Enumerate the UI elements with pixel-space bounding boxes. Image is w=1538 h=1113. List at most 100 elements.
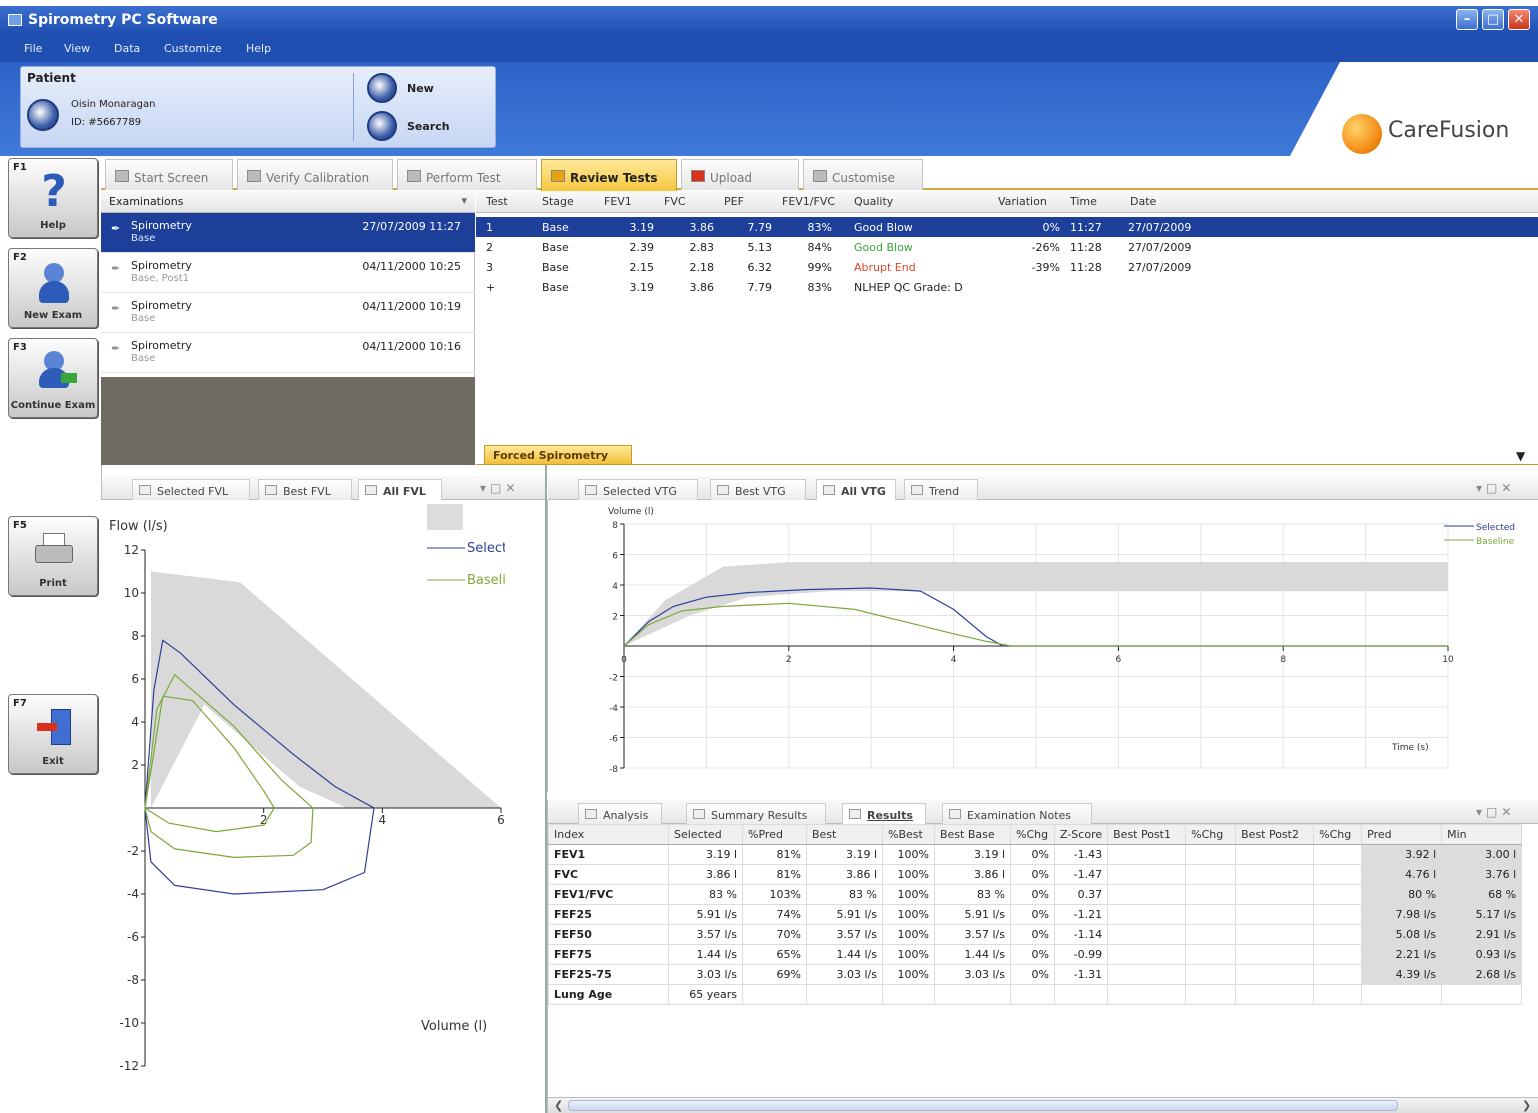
maximize-icon[interactable]: □ xyxy=(1482,9,1504,30)
column-header[interactable]: Index xyxy=(548,824,669,845)
test-row[interactable]: + Base 3.19 3.86 7.79 83% NLHEP QC Grade: D xyxy=(476,277,1538,297)
tab-all-vtg[interactable]: All VTG xyxy=(816,479,896,500)
help-button[interactable]: F1 ? Help xyxy=(8,158,98,238)
column-header[interactable]: FEV1 xyxy=(604,191,632,213)
tab-results[interactable]: Results xyxy=(842,803,926,824)
result-cell: 3.92 l xyxy=(1361,844,1443,865)
result-cell: 0% xyxy=(1010,864,1055,885)
tab-forced-spirometry[interactable]: Forced Spirometry xyxy=(484,445,632,465)
exam-item[interactable]: ✒ Spirometry Base, Post1 04/11/2000 10:2… xyxy=(101,253,475,293)
y-tick-label: 12 xyxy=(124,543,139,557)
panel-controls[interactable]: ▾□✕ xyxy=(480,481,519,495)
tab-selected-vtg[interactable]: Selected VTG xyxy=(578,479,698,500)
results-row[interactable]: FEV1/FVC 83 % 103% 83 % 100% 83 % 0% 0.37 80 % 68… xyxy=(548,884,1523,905)
column-header[interactable]: Z-Score xyxy=(1053,824,1109,845)
tab-best-vtg[interactable]: Best VTG xyxy=(710,479,806,500)
results-row[interactable]: Lung Age 65 years xyxy=(548,984,1523,1005)
examinations-header[interactable]: Examinations ▾ xyxy=(101,191,475,213)
menu-file[interactable]: File xyxy=(24,42,42,55)
continue-exam-button[interactable]: F3 Continue Exam xyxy=(8,338,98,418)
scroll-right-icon[interactable]: ❯ xyxy=(1522,1099,1531,1112)
panel-controls[interactable]: ▾□✕ xyxy=(1476,481,1515,495)
fkey-label: F7 xyxy=(13,698,27,709)
panel-controls[interactable]: ▾□✕ xyxy=(1476,805,1515,819)
column-header[interactable]: Pred xyxy=(1361,824,1443,845)
exit-button[interactable]: F7 Exit xyxy=(8,694,98,774)
tab-upload[interactable]: Upload xyxy=(681,159,799,190)
column-header[interactable]: Min xyxy=(1441,824,1523,845)
close-icon[interactable]: ✕ xyxy=(1508,9,1530,30)
column-header[interactable]: %Best xyxy=(882,824,935,845)
column-header[interactable]: Best Post1 xyxy=(1107,824,1187,845)
results-row[interactable]: FEF50 3.57 l/s 70% 3.57 l/s 100% 3.57 l/s 0% -1… xyxy=(548,924,1523,945)
scrollbar-thumb[interactable] xyxy=(568,1100,1398,1111)
exam-item[interactable]: ✒ Spirometry Base 04/11/2000 10:16 xyxy=(101,333,475,373)
tab-label: All VTG xyxy=(841,485,886,498)
result-cell: 3.19 l xyxy=(934,844,1011,865)
column-header[interactable]: %Chg xyxy=(1313,824,1363,845)
tab-trend[interactable]: Trend xyxy=(904,479,978,500)
results-row[interactable]: FEF75 1.44 l/s 65% 1.44 l/s 100% 1.44 l/s 0% -0… xyxy=(548,944,1523,965)
search-patient-button[interactable]: Search xyxy=(367,111,477,143)
tab-all-fvl[interactable]: All FVL xyxy=(358,479,442,500)
menu-help[interactable]: Help xyxy=(246,42,271,55)
result-cell: 5.91 l/s xyxy=(806,904,883,925)
column-header[interactable]: PEF xyxy=(724,191,744,213)
column-header[interactable]: %Pred xyxy=(742,824,807,845)
result-cell: 4.76 l xyxy=(1361,864,1443,885)
column-header[interactable]: Best Base xyxy=(934,824,1011,845)
column-header[interactable]: Best xyxy=(806,824,883,845)
column-header[interactable]: %Chg xyxy=(1185,824,1237,845)
result-cell: 68 % xyxy=(1441,884,1523,905)
results-row[interactable]: FEF25-75 3.03 l/s 69% 3.03 l/s 100% 3.03 l/s 0… xyxy=(548,964,1523,985)
menu-view[interactable]: View xyxy=(64,42,90,55)
horizontal-scrollbar[interactable]: ❮ ❯ xyxy=(548,1097,1538,1113)
calibration-icon xyxy=(247,170,261,182)
tab-analysis[interactable]: Analysis xyxy=(578,803,662,824)
test-row[interactable]: 2 Base 2.39 2.83 5.13 84% Good Blow -26% 11:28 27… xyxy=(476,237,1538,257)
tab-customise[interactable]: Customise xyxy=(803,159,923,190)
y-tick-label: -4 xyxy=(127,887,139,901)
column-header[interactable]: FEV1/FVC xyxy=(782,191,835,213)
tab-verify-calibration[interactable]: Verify Calibration xyxy=(237,159,393,190)
chevron-down-icon[interactable]: ▼ xyxy=(1516,449,1525,463)
results-row[interactable]: FEV1 3.19 l 81% 3.19 l 100% 3.19 l 0% -1.43 3.92… xyxy=(548,844,1523,865)
minimize-icon[interactable]: – xyxy=(1456,9,1478,30)
results-row[interactable]: FVC 3.86 l 81% 3.86 l 100% 3.86 l 0% -1.47 4.76 … xyxy=(548,864,1523,885)
title-bar[interactable]: Spirometry PC Software – □ ✕ xyxy=(0,6,1538,34)
print-button[interactable]: F5 Print xyxy=(8,516,98,596)
menu-customize[interactable]: Customize xyxy=(164,42,222,55)
tab-perform-test[interactable]: Perform Test xyxy=(397,159,537,190)
scroll-left-icon[interactable]: ❮ xyxy=(554,1099,563,1112)
menu-data[interactable]: Data xyxy=(114,42,140,55)
test-row[interactable]: 3 Base 2.15 2.18 6.32 99% Abrupt End -39% 11:28 2… xyxy=(476,257,1538,277)
result-cell xyxy=(1185,984,1237,1005)
column-header[interactable]: Time xyxy=(1070,191,1097,213)
patient-section-title: Patient xyxy=(27,71,76,85)
new-exam-button[interactable]: F2 New Exam xyxy=(8,248,98,328)
column-header[interactable]: Best Post2 xyxy=(1235,824,1315,845)
tab-selected-fvl[interactable]: Selected FVL xyxy=(132,479,250,500)
tab-summary-results[interactable]: Summary Results xyxy=(686,803,826,824)
column-header[interactable]: Selected xyxy=(668,824,743,845)
column-header[interactable]: Quality xyxy=(854,191,893,213)
exam-item[interactable]: ✒ Spirometry Base 04/11/2000 10:19 xyxy=(101,293,475,333)
column-header[interactable]: %Chg xyxy=(1010,824,1055,845)
result-cell: 0.37 xyxy=(1053,884,1109,905)
column-header[interactable]: Variation xyxy=(998,191,1047,213)
column-header[interactable]: Date xyxy=(1130,191,1156,213)
results-row[interactable]: FEF25 5.91 l/s 74% 5.91 l/s 100% 5.91 l/s 0% -1… xyxy=(548,904,1523,925)
column-header[interactable]: Test xyxy=(486,191,508,213)
tab-start-screen[interactable]: Start Screen xyxy=(105,159,233,190)
tab-examination-notes[interactable]: Examination Notes xyxy=(942,803,1092,824)
result-cell xyxy=(1185,924,1237,945)
new-patient-button[interactable]: New xyxy=(367,73,477,105)
column-header[interactable]: Stage xyxy=(542,191,574,213)
fvl-tab-bar: Selected FVL Best FVL All FVL ▾□✕ xyxy=(102,476,545,500)
column-header[interactable]: FVC xyxy=(664,191,686,213)
tab-best-fvl[interactable]: Best FVL xyxy=(258,479,352,500)
exam-item[interactable]: ✒ Spirometry Base 27/07/2009 11:27 xyxy=(101,213,475,253)
test-row[interactable]: 1 Base 3.19 3.86 7.79 83% Good Blow 0% 11:27 27/0… xyxy=(476,217,1538,237)
x-tick-label: 2 xyxy=(786,655,792,665)
tab-review-tests[interactable]: Review Tests xyxy=(541,159,677,192)
